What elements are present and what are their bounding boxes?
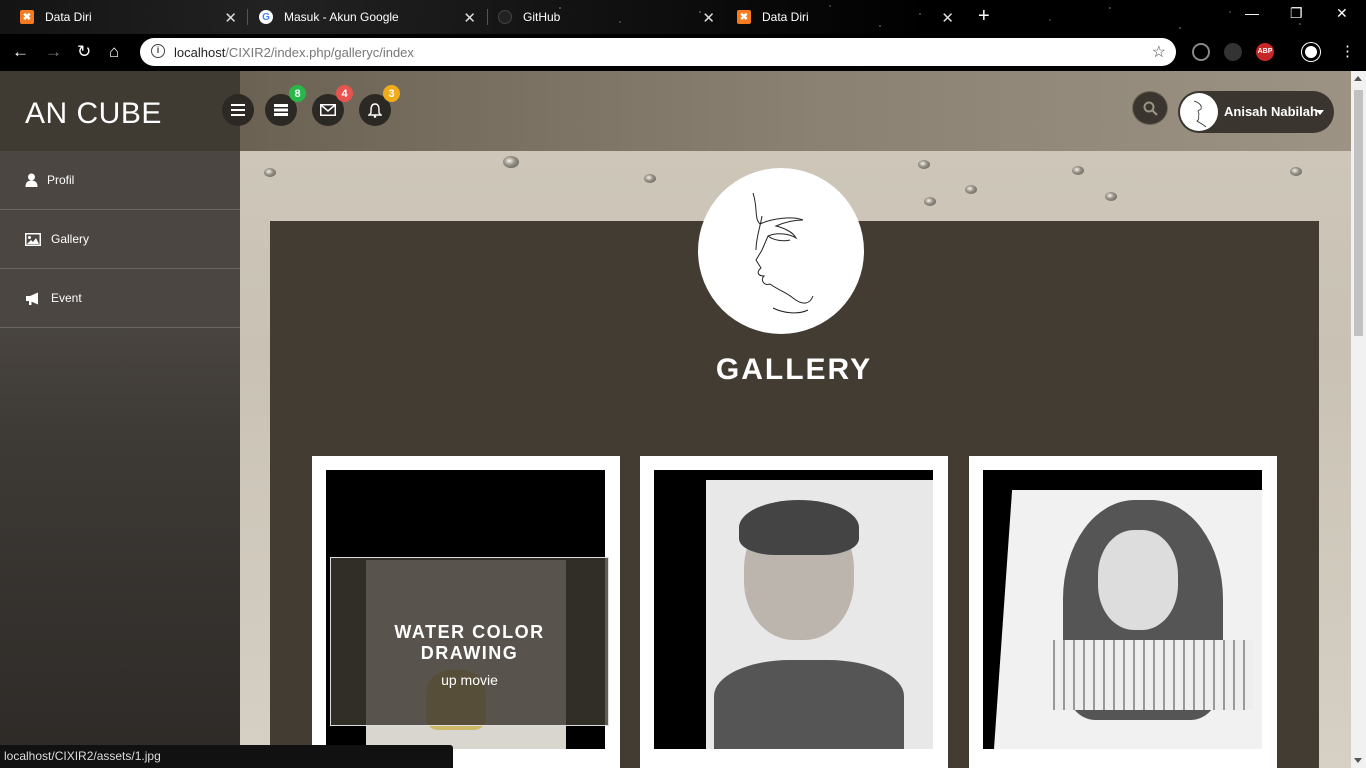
minimize-icon[interactable]: — (1245, 5, 1259, 21)
address-url[interactable]: localhost/CIXIR2/index.php/galleryc/inde… (174, 45, 414, 60)
sidebar-item-label: Gallery (51, 232, 90, 246)
new-tab-icon[interactable]: + (978, 5, 990, 28)
tasks-button[interactable]: 8 (265, 85, 306, 126)
water-drop-decoration (965, 185, 977, 194)
tab-separator (487, 9, 488, 25)
tab-title: Data Diri (762, 10, 809, 24)
close-tab-icon[interactable]: ✕ (224, 9, 237, 27)
close-tab-icon[interactable]: ✕ (702, 9, 715, 27)
portrait-shirt (1053, 640, 1253, 710)
user-menu-button[interactable]: Anisah Nabilah (1178, 91, 1334, 133)
sidebar-item-event[interactable]: Event (0, 269, 240, 328)
close-tab-icon[interactable]: ✕ (463, 9, 476, 27)
messages-badge: 4 (336, 85, 353, 102)
search-icon (1143, 101, 1158, 116)
sidebar-item-profil[interactable]: Profil (0, 151, 240, 210)
gallery-card[interactable]: WATER COLOR DRAWING up movie (312, 456, 620, 768)
browser-tab-4[interactable]: ✖ Data Diri ✕ (737, 0, 957, 34)
browser-tab-1[interactable]: ✖ Data Diri ✕ (20, 0, 240, 34)
scroll-up-icon[interactable] (1354, 76, 1362, 81)
sidebar-item-gallery[interactable]: Gallery (0, 210, 240, 269)
gallery-card[interactable] (640, 456, 948, 768)
gallery-hero-image (698, 168, 864, 334)
adblock-icon[interactable]: ABP (1256, 43, 1274, 61)
xampp-icon: ✖ (737, 10, 751, 24)
user-name: Anisah Nabilah (1224, 104, 1318, 119)
image-icon (25, 232, 45, 246)
extension-icon[interactable] (1192, 43, 1210, 61)
restore-icon[interactable]: ❐ (1290, 5, 1303, 22)
extension-icon[interactable] (1224, 43, 1242, 61)
water-drop-decoration (503, 156, 519, 168)
chevron-down-icon (1316, 110, 1324, 115)
hamburger-icon (231, 104, 245, 116)
bookmark-star-icon[interactable]: ☆ (1152, 42, 1166, 62)
tab-title: Masuk - Akun Google (284, 10, 399, 24)
brand-logo[interactable]: AN CUBE (0, 71, 240, 151)
face-line-drawing (752, 192, 814, 314)
google-icon: G (259, 10, 273, 24)
browser-tab-2[interactable]: G Masuk - Akun Google ✕ (259, 0, 479, 34)
user-icon (25, 173, 41, 187)
card-title: WATER COLOR DRAWING (394, 622, 545, 663)
gallery-image (983, 470, 1262, 749)
portrait-shirt (714, 660, 904, 749)
water-drop-decoration (1105, 192, 1117, 201)
sidebar-item-label: Profil (47, 173, 75, 187)
github-icon (498, 10, 512, 24)
scrollbar-thumb[interactable] (1354, 90, 1363, 336)
xampp-icon: ✖ (20, 10, 34, 24)
notifications-badge: 3 (383, 85, 400, 102)
gallery-image (654, 470, 933, 749)
close-window-icon[interactable]: ✕ (1336, 5, 1348, 22)
portrait-hair (739, 500, 859, 555)
vertical-scrollbar[interactable] (1351, 71, 1366, 768)
app-header: AN CUBE 8 4 3 Anisah Nabilah (0, 71, 1351, 151)
water-drop-decoration (1072, 166, 1084, 175)
messages-button[interactable]: 4 (312, 85, 353, 126)
water-drop-decoration (918, 160, 930, 169)
water-drop-decoration (924, 197, 936, 206)
envelope-icon (320, 104, 336, 116)
search-button[interactable] (1132, 91, 1168, 125)
browser-tab-bar: ✖ Data Diri ✕ G Masuk - Akun Google ✕ Gi… (0, 0, 1366, 34)
sidebar: Profil Gallery Event (0, 151, 240, 768)
tab-separator (247, 9, 248, 25)
site-info-icon[interactable]: i (151, 44, 165, 58)
tab-title: GitHub (523, 10, 561, 24)
forward-icon[interactable]: → (45, 42, 62, 62)
card-hover-overlay[interactable]: WATER COLOR DRAWING up movie (330, 557, 609, 726)
profile-icon[interactable] (1302, 43, 1320, 61)
address-bar[interactable]: i localhost/CIXIR2/index.php/galleryc/in… (140, 38, 1176, 66)
status-bar: localhost/CIXIR2/assets/1.jpg (0, 745, 453, 768)
tasks-icon (274, 104, 288, 116)
reload-icon[interactable]: ↻ (77, 42, 91, 62)
page-viewport: AN CUBE 8 4 3 Anisah Nabilah Profil Gall… (0, 71, 1351, 768)
sidebar-item-label: Event (51, 291, 82, 305)
megaphone-icon (25, 292, 45, 305)
notifications-button[interactable]: 3 (359, 85, 400, 126)
back-icon[interactable]: ← (12, 42, 29, 62)
browser-toolbar: ← → ↻ ⌂ i localhost/CIXIR2/index.php/gal… (0, 34, 1366, 71)
home-icon[interactable]: ⌂ (109, 42, 119, 62)
browser-tab-3[interactable]: GitHub ✕ (498, 0, 718, 34)
avatar (1180, 93, 1218, 131)
menu-dots-icon[interactable]: ⋮ (1340, 42, 1355, 60)
card-subtitle: up movie (441, 672, 498, 688)
water-drop-decoration (1290, 167, 1302, 176)
menu-toggle-button[interactable] (222, 94, 254, 126)
water-drop-decoration (264, 168, 276, 177)
close-tab-icon[interactable]: ✕ (941, 9, 954, 27)
scroll-down-icon[interactable] (1354, 758, 1362, 763)
portrait-face (1098, 530, 1178, 630)
tab-title: Data Diri (45, 10, 92, 24)
page-title: GALLERY (715, 353, 873, 386)
bell-icon (368, 102, 382, 118)
tasks-badge: 8 (289, 85, 306, 102)
water-drop-decoration (644, 174, 656, 183)
gallery-card[interactable] (969, 456, 1277, 768)
